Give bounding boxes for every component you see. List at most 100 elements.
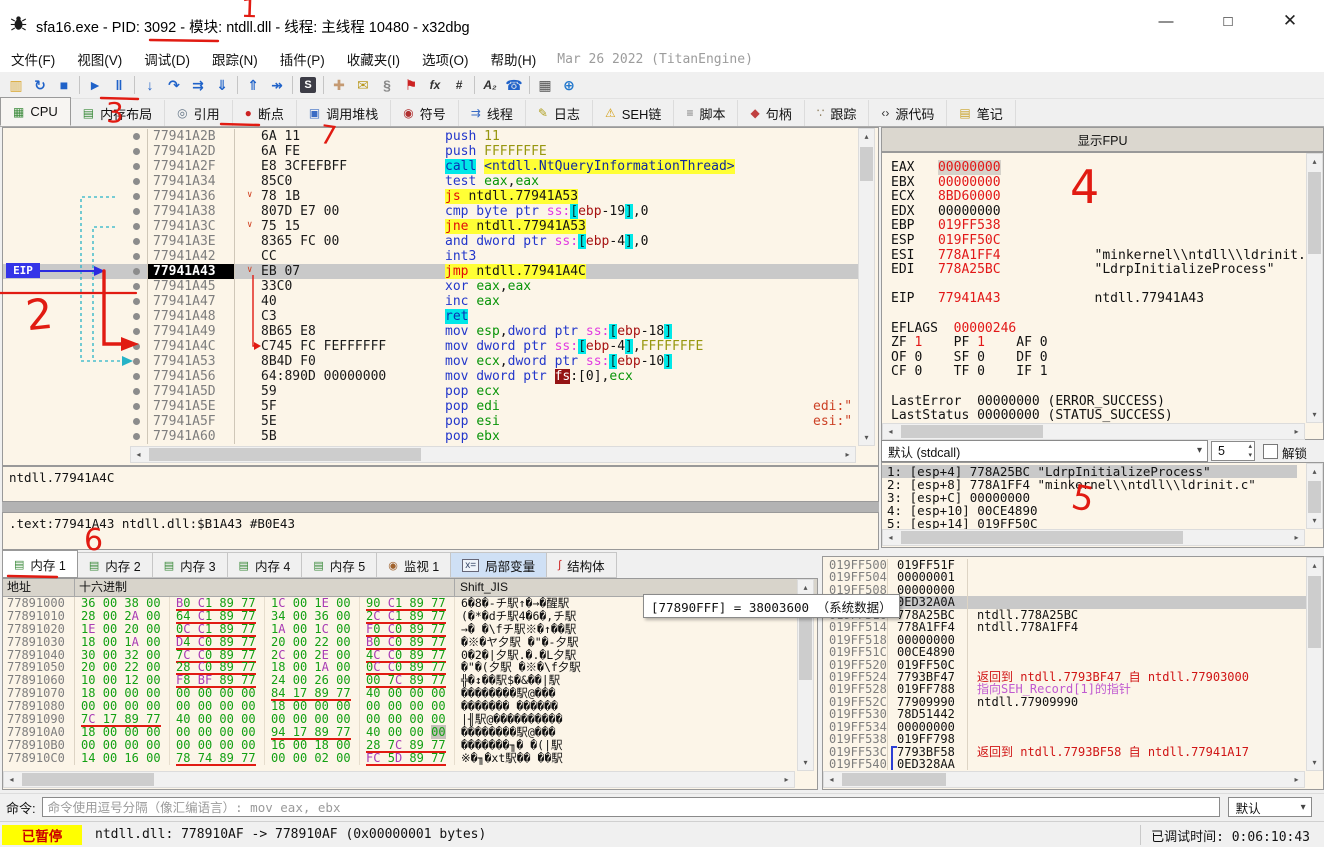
breakpoint-dot-icon[interactable]	[129, 354, 147, 369]
tab-notes[interactable]: ▤笔记	[947, 100, 1015, 126]
disasm-row[interactable]: 77941A48C3ret	[3, 309, 859, 324]
breakpoint-dot-icon[interactable]	[129, 384, 147, 399]
tab-symbols[interactable]: ◉符号	[391, 100, 459, 126]
args-horizontal-scrollbar[interactable]: ◂▸	[882, 529, 1305, 546]
flags-line[interactable]: CF 0 TF 0 IF 1	[891, 365, 1323, 380]
register-row-esi[interactable]: ESI 778A1FF4 "minkernel\\ntdll\\ldrinit.…	[891, 249, 1323, 264]
tab-trace[interactable]: ∵跟踪	[805, 100, 870, 126]
disasm-row[interactable]: 77941A5E5Fpop ediedi:"	[3, 399, 859, 414]
disasm-row[interactable]: 77941A605Bpop ebx	[3, 429, 859, 444]
tab-breakpoints[interactable]: ●断点	[233, 100, 297, 126]
stack-row[interactable]: 019FF53078D51442	[823, 708, 1323, 720]
register-row-ebx[interactable]: EBX 00000000	[891, 176, 1323, 191]
breakpoint-dot-icon[interactable]	[129, 174, 147, 189]
register-row-esp[interactable]: ESP 019FF50C	[891, 234, 1323, 249]
stack-vertical-scrollbar[interactable]: ▴▾	[1306, 557, 1323, 771]
command-profile-select[interactable]: 默认 ▾	[1228, 797, 1312, 817]
menu-item-4[interactable]: 插件(P)	[269, 46, 336, 72]
tab-cpu[interactable]: ▦CPU	[0, 97, 71, 126]
assemble-fx-icon[interactable]: fx	[423, 74, 447, 96]
tab-call-stack[interactable]: ▣调用堆栈	[297, 100, 391, 126]
tab-script[interactable]: ≡脚本	[674, 100, 738, 126]
command-input[interactable]	[42, 797, 1220, 817]
breakpoint-dot-icon[interactable]	[129, 204, 147, 219]
register-row-eax[interactable]: EAX 00000000	[891, 161, 1323, 176]
stop-icon[interactable]: ■	[52, 74, 76, 96]
restart-icon[interactable]: ↻	[28, 74, 52, 96]
comment-icon[interactable]: ✉	[351, 74, 375, 96]
settings-icon[interactable]: S	[296, 74, 320, 96]
call-stack-phone-icon[interactable]: ☎	[502, 74, 526, 96]
step-out-icon[interactable]: ⇓	[210, 74, 234, 96]
stepper-arrows-icon[interactable]: ▴▾	[1248, 442, 1252, 460]
register-row-ecx[interactable]: ECX 8BD60000	[891, 190, 1323, 205]
disasm-row[interactable]: 77941A2B6A 11push 11	[3, 129, 859, 144]
disasm-horizontal-scrollbar[interactable]: ◂▸	[130, 446, 856, 463]
disasm-row[interactable]: 77941A2D6A FEpush FFFFFFFE	[3, 144, 859, 159]
tab-dump-1[interactable]: ▤内存 1	[2, 550, 78, 578]
breakpoint-dot-icon[interactable]	[129, 249, 147, 264]
minimize-button[interactable]: —	[1138, 2, 1194, 40]
disasm-row[interactable]: 77941A5F5Epop esiesi:"	[3, 414, 859, 429]
disasm-row[interactable]: 77941A498B65 E8mov esp,dword ptr ss:[ebp…	[3, 324, 859, 339]
browser-globe-icon[interactable]: ⊕	[557, 74, 581, 96]
disasm-row[interactable]: 77941A4CC745 FC FEFFFFFFmov dword ptr ss…	[3, 339, 859, 354]
stack-row[interactable]: 019FF514778A1FF4ntdll.778A1FF4	[823, 621, 1323, 633]
disasm-row[interactable]: 77941A5D59pop ecx	[3, 384, 859, 399]
breakpoint-dot-icon[interactable]	[129, 414, 147, 429]
calculator-icon[interactable]: ▦	[533, 74, 557, 96]
label-hash-icon[interactable]: #	[447, 74, 471, 96]
registers-pane[interactable]: EAX 00000000EBX 00000000ECX 8BD60000EDX …	[881, 152, 1324, 440]
disasm-row[interactable]: 77941A538B4D F0mov ecx,dword ptr ss:[ebp…	[3, 354, 859, 369]
breakpoint-dot-icon[interactable]	[129, 264, 147, 279]
stack-row[interactable]: 019FF528019FF788指向SEH_Record[1]的指针	[823, 683, 1323, 695]
breakpoint-dot-icon[interactable]	[129, 309, 147, 324]
register-row-edx[interactable]: EDX 00000000	[891, 205, 1323, 220]
run-to-user-code-icon[interactable]: ↠	[265, 74, 289, 96]
disasm-row[interactable]: 77941A2FE8 3CFEFBFFcall <ntdll.NtQueryIn…	[3, 159, 859, 174]
tab-threads[interactable]: ⇉线程	[459, 100, 526, 126]
registers-vertical-scrollbar[interactable]: ▴▾	[1306, 153, 1323, 423]
breakpoint-dot-icon[interactable]	[129, 399, 147, 414]
breakpoint-dot-icon[interactable]	[129, 129, 147, 144]
patches-icon[interactable]: ✚	[327, 74, 351, 96]
unlock-checkbox[interactable]	[1263, 444, 1278, 459]
disasm-row[interactable]: 77941A4740inc eax	[3, 294, 859, 309]
flags-line[interactable]: OF 0 SF 0 DF 0	[891, 351, 1323, 366]
menu-item-5[interactable]: 收藏夹(I)	[336, 46, 411, 72]
tab-struct[interactable]: ∫结构体	[547, 552, 617, 578]
tab-handles[interactable]: ◆句柄	[738, 100, 804, 126]
stack-row[interactable]: 019FF51C00CE4890	[823, 646, 1323, 658]
registers-horizontal-scrollbar[interactable]: ◂▸	[882, 423, 1305, 440]
breakpoint-dot-icon[interactable]	[129, 294, 147, 309]
args-vertical-scrollbar[interactable]: ▴▾	[1306, 463, 1323, 529]
tab-seh-chain[interactable]: ⚠SEH链	[593, 100, 675, 126]
breakpoint-dot-icon[interactable]	[129, 279, 147, 294]
disasm-row[interactable]: 77941A42CCint3	[3, 249, 859, 264]
breakpoint-dot-icon[interactable]	[129, 219, 147, 234]
pane-splitter[interactable]	[2, 502, 879, 512]
disasm-row[interactable]: 77941A5664:890D 00000000mov dword ptr fs…	[3, 369, 859, 384]
breakpoint-dot-icon[interactable]	[129, 159, 147, 174]
disasm-row[interactable]: 77941A38807D E7 00cmp byte ptr ss:[ebp-1…	[3, 204, 859, 219]
show-fpu-button[interactable]: 显示FPU	[881, 127, 1324, 152]
tab-source[interactable]: ‹›源代码	[869, 100, 947, 126]
tab-references[interactable]: ◎引用	[165, 100, 233, 126]
breakpoint-dot-icon[interactable]	[129, 324, 147, 339]
tab-dump-2[interactable]: ▤内存 2	[78, 552, 153, 578]
menu-item-3[interactable]: 跟踪(N)	[201, 46, 269, 72]
disasm-row[interactable]: 77941A3485C0test eax,eax	[3, 174, 859, 189]
step-into-icon[interactable]: ↓	[138, 74, 162, 96]
favourites-icon[interactable]: ⚑	[399, 74, 423, 96]
disasm-vertical-scrollbar[interactable]: ▴▾	[858, 128, 875, 446]
menu-item-6[interactable]: 选项(O)	[411, 46, 480, 72]
tab-log[interactable]: ✎日志	[526, 100, 593, 126]
register-row-edi[interactable]: EDI 778A25BC "LdrpInitializeProcess"	[891, 263, 1323, 278]
stack-pane[interactable]: 019FF500019FF51F019FF50400000001019FF508…	[822, 556, 1324, 790]
open-file-icon[interactable]: ▥	[4, 74, 28, 96]
stack-horizontal-scrollbar[interactable]: ◂▸	[823, 771, 1305, 788]
breakpoint-dot-icon[interactable]	[129, 234, 147, 249]
breakpoint-dot-icon[interactable]	[129, 189, 147, 204]
tab-memory-map[interactable]: ▤内存布局	[71, 100, 165, 126]
menu-item-2[interactable]: 调试(D)	[133, 46, 201, 72]
